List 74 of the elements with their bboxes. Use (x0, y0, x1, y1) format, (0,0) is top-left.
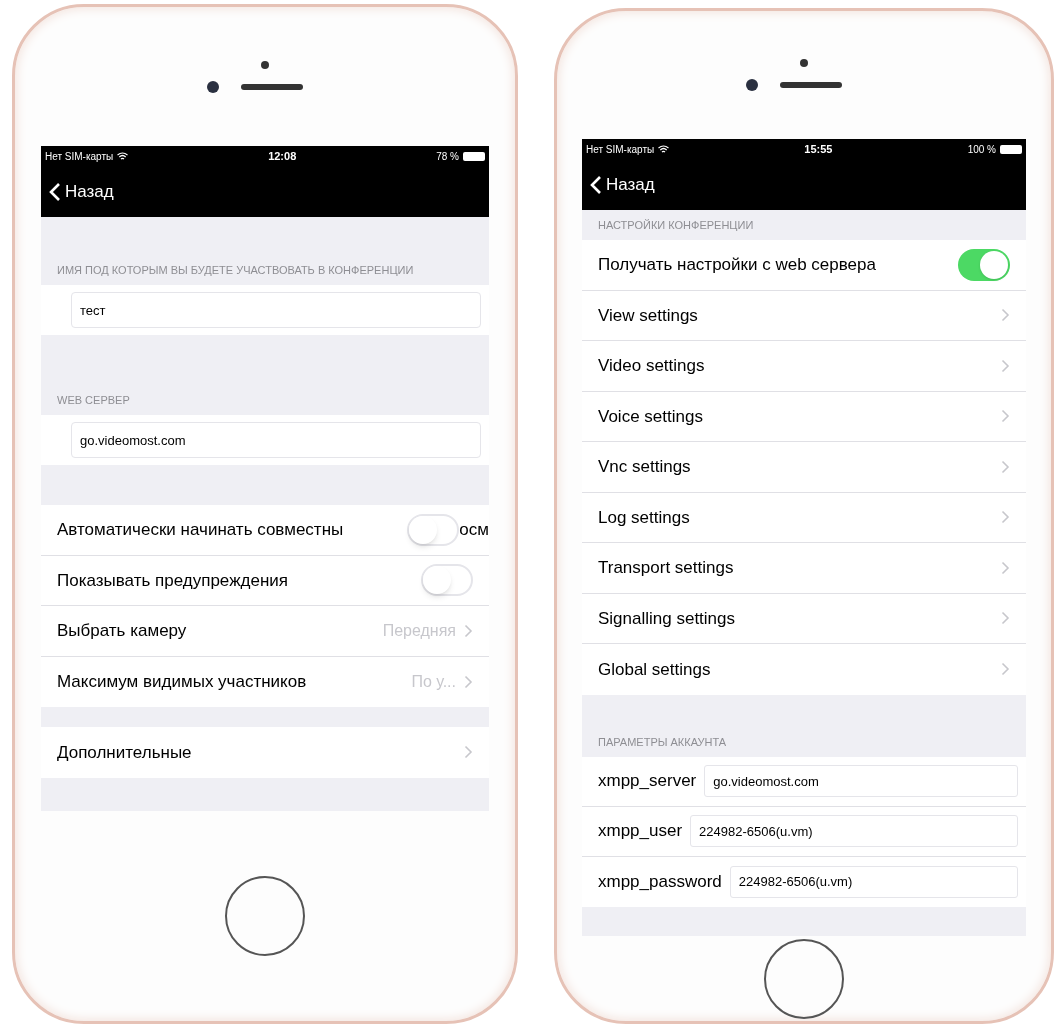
setting-label: View settings (598, 304, 699, 327)
setting-label: Signalling settings (598, 607, 737, 630)
setting-label: Дополнительные (57, 741, 193, 764)
section-header: ИМЯ ПОД КОТОРЫМ ВЫ БУДЕТЕ УЧАСТВОВАТЬ В КОНФЕРЕНЦИИ (56, 263, 415, 278)
settings-row[interactable]: Transport settings (582, 543, 1026, 594)
setting-label: Vnc settings (598, 456, 692, 478)
speaker-grille (780, 82, 842, 88)
toggle-switch[interactable] (421, 564, 473, 597)
chevron-icon (464, 674, 473, 689)
setting-value: По у... (411, 671, 456, 692)
settings-row[interactable]: View settings (582, 290, 1026, 341)
field-label: xmpp_password (598, 870, 722, 893)
text-field[interactable]: 224982-6506(u.vm) (690, 815, 1018, 847)
settings-row[interactable]: Voice settings (582, 391, 1026, 442)
field-label: xmpp_server (598, 770, 697, 793)
settings-row[interactable]: Максимум видимых участников По у... (41, 656, 489, 707)
carrier-label: Нет SIM-карты (586, 143, 655, 157)
chevron-icon (1001, 560, 1010, 575)
setting-label: Transport settings (598, 557, 735, 579)
battery-icon (1000, 145, 1022, 154)
toggle-switch[interactable] (407, 513, 460, 546)
camera-icon (746, 79, 758, 91)
status-time: 15:55 (804, 142, 833, 158)
settings-row[interactable]: Signalling settings (582, 593, 1026, 644)
chevron-icon (1001, 459, 1010, 474)
settings-row[interactable]: Log settings (582, 492, 1026, 543)
setting-label: Log settings (598, 506, 691, 529)
setting-label: Получать настройки с web сервера (598, 254, 877, 276)
back-chevron-icon (590, 175, 602, 195)
setting-label: Показывать предупреждения (57, 569, 289, 592)
home-button[interactable] (225, 876, 305, 956)
settings-row[interactable]: Vnc settings (582, 442, 1026, 493)
settings-row[interactable]: Video settings (582, 341, 1026, 392)
back-chevron-icon (49, 182, 61, 202)
toggle-switch[interactable] (958, 248, 1010, 281)
back-button[interactable]: Назад (49, 179, 114, 205)
carrier-label: Нет SIM-карты (45, 150, 114, 164)
setting-label: Voice settings (598, 405, 704, 428)
camera-icon (207, 80, 219, 93)
chevron-icon (1001, 308, 1010, 323)
battery-percent: 78 % (436, 150, 459, 164)
setting-label: Максимум видимых участников (57, 671, 308, 693)
chevron-icon (1001, 611, 1010, 626)
chevron-icon (1001, 662, 1010, 677)
text-field[interactable]: go.videomost.com (704, 765, 1018, 797)
wifi-icon (658, 145, 670, 154)
setting-label: Выбрать камеру (57, 620, 188, 642)
setting-value: Передняя (382, 620, 456, 641)
text-field[interactable]: go.videomost.com (71, 422, 481, 458)
setting-label: Автоматически начинать совместны (57, 519, 345, 541)
section-header: НАСТРОЙКИ КОНФЕРЕНЦИИ (597, 218, 755, 233)
battery-percent: 100 % (967, 143, 996, 157)
home-button[interactable] (764, 938, 844, 1019)
setting-label: Global settings (598, 658, 712, 681)
section-header: WEB СЕРВЕР (56, 393, 131, 408)
section-header: ПАРАМЕТРЫ АККАУНТА (597, 734, 728, 750)
field-label: xmpp_user (598, 820, 683, 843)
text-field[interactable]: 224982-6506(u.vm) (729, 865, 1018, 898)
battery-icon (463, 152, 485, 161)
settings-row[interactable]: Дополнительные (41, 727, 489, 778)
chevron-icon (464, 745, 473, 760)
chevron-icon (464, 623, 473, 638)
speaker-grille (241, 83, 303, 90)
status-time: 12:08 (268, 149, 297, 165)
settings-row[interactable]: Global settings (582, 644, 1026, 695)
wifi-icon (117, 152, 129, 161)
chevron-icon (1001, 510, 1010, 525)
settings-row[interactable]: Выбрать камеру Передняя (41, 606, 489, 657)
back-button[interactable]: Назад (590, 172, 655, 198)
setting-label: осм (459, 519, 489, 541)
chevron-icon (1001, 358, 1010, 373)
chevron-icon (1001, 409, 1010, 424)
setting-label: Video settings (598, 355, 706, 377)
text-field[interactable]: тест (71, 292, 481, 328)
